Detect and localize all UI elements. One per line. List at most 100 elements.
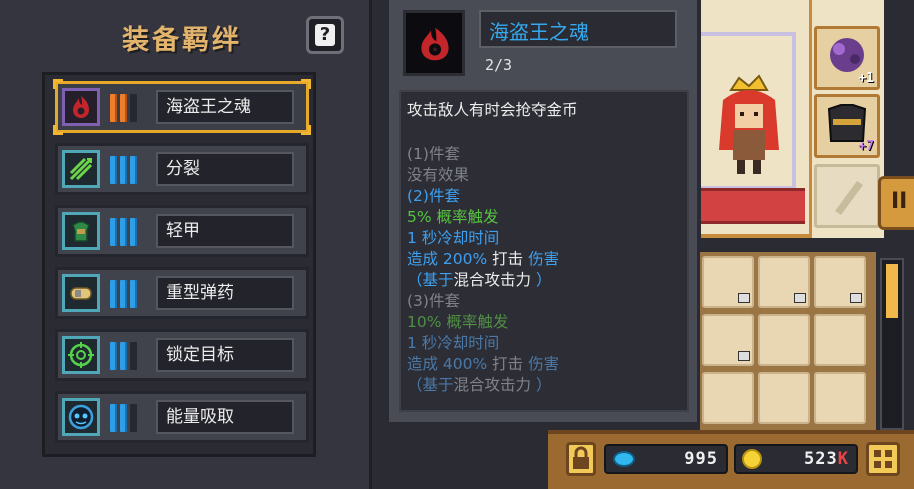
bond-level-bars <box>108 156 148 184</box>
inventory-cell[interactable] <box>758 256 810 308</box>
tier-2-damage: 造成 200% 打击 伤害 <box>407 247 559 268</box>
tooltip-title: 海盗王之魂 <box>489 20 589 44</box>
bond-level-bars <box>108 342 148 370</box>
gold-counter: 523K <box>734 444 858 474</box>
lock-items-button[interactable] <box>566 442 596 476</box>
inventory-grid <box>700 252 876 438</box>
tier-3-cooldown: 1 秒冷却时间 <box>407 334 500 352</box>
bond-level-bars <box>108 218 148 246</box>
energy-drain-icon <box>62 398 100 436</box>
lock-icon <box>738 351 750 361</box>
basis-prefix: （基于 <box>407 376 454 394</box>
lock-icon <box>794 293 806 303</box>
bond-row-split[interactable]: 分裂 <box>55 143 309 195</box>
basis-prefix: （基于 <box>407 271 454 289</box>
tier-2-cooldown: 1 秒冷却时间 <box>407 229 500 247</box>
tier-1-header: (1)件套 <box>407 145 460 163</box>
gold-suffix: K <box>837 449 849 469</box>
bond-name: 锁定目标 <box>156 338 294 372</box>
tier-2-header: (2)件套 <box>407 187 460 205</box>
equip-slot-armor[interactable]: +7 <box>814 94 880 158</box>
gem-icon <box>613 451 635 467</box>
gem-counter: 995 <box>604 444 728 474</box>
tier-2-basis: （基于混合攻击力 ） <box>407 268 551 289</box>
inventory-cell[interactable] <box>814 256 866 308</box>
bond-row-heavy-ammo[interactable]: 重型弹药 <box>55 267 309 319</box>
padlock-icon <box>573 446 589 469</box>
damage-type: 打击 <box>492 355 524 373</box>
bond-name: 海盗王之魂 <box>156 90 294 124</box>
equipment-column: +1 +7 <box>812 0 884 238</box>
damage-suffix: 伤害 <box>523 250 560 268</box>
bond-row-energy-drain[interactable]: 能量吸取 <box>55 391 309 443</box>
inventory-cell[interactable] <box>702 314 754 366</box>
basis-suffix: ） <box>531 376 552 394</box>
question-mark-icon: ? <box>315 24 335 46</box>
damage-type: 打击 <box>492 250 524 268</box>
lock-icon <box>738 293 750 303</box>
target-lock-icon <box>62 336 100 374</box>
panel-title: 装备羁绊 <box>122 25 242 56</box>
tier-3-chance: 10% 概率触发 <box>407 313 509 331</box>
equip-slot-accessory[interactable]: +1 <box>814 26 880 90</box>
inventory-cell[interactable] <box>814 314 866 366</box>
side-page-tab[interactable]: II <box>878 176 914 230</box>
equip-slot-weapon[interactable] <box>814 164 880 228</box>
upgrade-level: +1 <box>858 71 874 86</box>
pirate-soul-icon <box>62 88 100 126</box>
pirate-soul-icon <box>403 10 465 76</box>
bond-name: 重型弹药 <box>156 276 294 310</box>
inventory-scrollbar[interactable] <box>880 258 904 430</box>
light-armor-icon <box>62 212 100 250</box>
basis-stat: 混合攻击力 <box>453 271 532 289</box>
tooltip-title-box: 海盗王之魂 <box>479 10 677 48</box>
bond-tooltip: 海盗王之魂 2/3 攻击敌人有时会抢夺金币 (1)件套 没有效果 (2)件套 5… <box>386 0 700 425</box>
tier-3-damage: 造成 400% 打击 伤害 <box>407 352 559 373</box>
sort-grid-button[interactable] <box>866 442 900 476</box>
bond-row-light-armor[interactable]: 轻甲 <box>55 205 309 257</box>
bond-name: 轻甲 <box>156 214 294 248</box>
upgrade-level: +7 <box>858 139 874 154</box>
selection-corner <box>301 125 311 135</box>
gold-amount: 523K <box>804 449 849 469</box>
inventory-cell[interactable] <box>758 372 810 424</box>
bond-list: 海盗王之魂 分裂 轻甲 重型弹药 锁定目标 能量吸取 <box>42 72 316 457</box>
bond-name: 分裂 <box>156 152 294 186</box>
bond-level-bars <box>108 94 148 122</box>
side-tab-label: II <box>891 189 908 214</box>
bond-row-target-lock[interactable]: 锁定目标 <box>55 329 309 381</box>
damage-prefix: 造成 400% <box>407 355 493 373</box>
bond-name: 能量吸取 <box>156 400 294 434</box>
basis-stat: 混合攻击力 <box>453 376 532 394</box>
bond-panel: 装备羁绊 ? 海盗王之魂 分裂 轻甲 重型弹药 锁定目标 能量吸取 <box>0 0 372 489</box>
bond-level-bars <box>108 404 148 432</box>
scrollbar-thumb[interactable] <box>886 264 898 318</box>
empty-weapon-slot-icon <box>835 181 863 215</box>
bond-description: 攻击敌人有时会抢夺金币 <box>407 101 578 119</box>
tier-1-effect: 没有效果 <box>407 166 470 184</box>
character-sprite <box>719 74 779 174</box>
bond-row-pirate-soul[interactable]: 海盗王之魂 <box>53 79 311 135</box>
currency-bar: 995 523K <box>548 430 914 489</box>
selection-corner <box>53 125 63 135</box>
bond-progress: 2/3 <box>485 56 513 74</box>
tier-3-basis: （基于混合攻击力 ） <box>407 373 551 394</box>
heavy-ammo-icon <box>62 274 100 312</box>
character-ribbon <box>701 188 805 224</box>
character-preview <box>701 0 813 238</box>
inventory-cell[interactable] <box>702 256 754 308</box>
inventory-cell[interactable] <box>758 314 810 366</box>
gem-amount: 995 <box>684 449 718 469</box>
damage-prefix: 造成 200% <box>407 250 493 268</box>
basis-suffix: ） <box>531 271 552 289</box>
lock-icon <box>850 293 862 303</box>
help-button[interactable]: ? <box>306 16 344 54</box>
split-arrows-icon <box>62 150 100 188</box>
tier-3-header: (3)件套 <box>407 292 460 310</box>
tooltip-description: 攻击敌人有时会抢夺金币 (1)件套 没有效果 (2)件套 5% 概率触发 1 秒… <box>399 90 689 412</box>
inventory-cell[interactable] <box>702 372 754 424</box>
inventory-cell[interactable] <box>814 372 866 424</box>
gold-number: 523 <box>804 449 838 469</box>
bond-level-bars <box>108 280 148 308</box>
damage-suffix: 伤害 <box>523 355 560 373</box>
